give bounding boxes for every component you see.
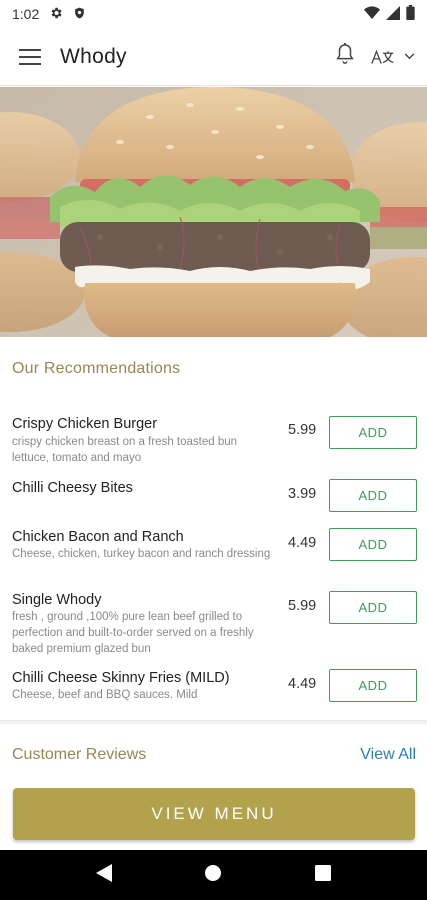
item-name: Chicken Bacon and Ranch — [12, 529, 184, 545]
add-button[interactable]: ADD — [329, 591, 417, 624]
item-price: 4.49 — [288, 676, 317, 692]
menu-button[interactable] — [0, 28, 60, 86]
item-description: Cheese, beef and BBQ sauces. Mild — [12, 689, 198, 701]
home-button[interactable] — [204, 864, 222, 887]
item-price: 5.99 — [288, 598, 317, 614]
add-button[interactable]: ADD — [329, 669, 417, 702]
hero-burger-image — [0, 87, 427, 337]
item-name: Chilli Cheesy Bites — [12, 480, 133, 496]
system-nav-bar — [0, 850, 427, 900]
battery-icon — [406, 5, 415, 23]
view-all-link[interactable]: View All — [360, 746, 416, 764]
app-title: Whody — [60, 44, 127, 68]
status-time: 1:02 — [12, 6, 40, 22]
bell-icon — [336, 43, 354, 64]
recents-square-icon — [314, 864, 331, 881]
recommendations-title: Our Recommendations — [12, 360, 181, 377]
language-selector[interactable] — [370, 48, 415, 66]
item-description: fresh , ground ,100% pure lean beef gril… — [12, 611, 254, 655]
add-button[interactable]: ADD — [329, 479, 417, 512]
status-bar: 1:02 — [0, 0, 427, 28]
wifi-icon — [364, 5, 380, 23]
add-button[interactable]: ADD — [329, 528, 417, 561]
app-bar: Whody — [0, 28, 427, 86]
home-circle-icon — [205, 864, 222, 881]
view-menu-button[interactable]: VIEW MENU — [13, 788, 415, 840]
chevron-down-icon — [404, 53, 415, 60]
item-price: 5.99 — [288, 422, 317, 438]
back-button[interactable] — [96, 863, 113, 887]
item-name: Single Whody — [12, 592, 102, 608]
item-description: Cheese, chicken, turkey bacon and ranch … — [12, 548, 271, 560]
recents-button[interactable] — [314, 864, 331, 886]
settings-icon — [49, 6, 63, 23]
item-price: 3.99 — [288, 486, 317, 502]
language-icon — [371, 49, 394, 64]
shield-icon — [73, 6, 86, 23]
item-description: crispy chicken breast on a fresh toasted… — [12, 436, 238, 464]
notifications-button[interactable] — [334, 42, 356, 71]
item-price: 4.49 — [288, 535, 317, 551]
section-divider — [0, 720, 427, 724]
reviews-title: Customer Reviews — [12, 746, 147, 763]
hamburger-menu-icon — [19, 48, 41, 65]
back-triangle-icon — [96, 863, 113, 882]
add-button[interactable]: ADD — [329, 416, 417, 449]
item-name: Chilli Cheese Skinny Fries (MILD) — [12, 670, 230, 686]
signal-icon — [386, 5, 400, 23]
item-name: Crispy Chicken Burger — [12, 416, 158, 432]
